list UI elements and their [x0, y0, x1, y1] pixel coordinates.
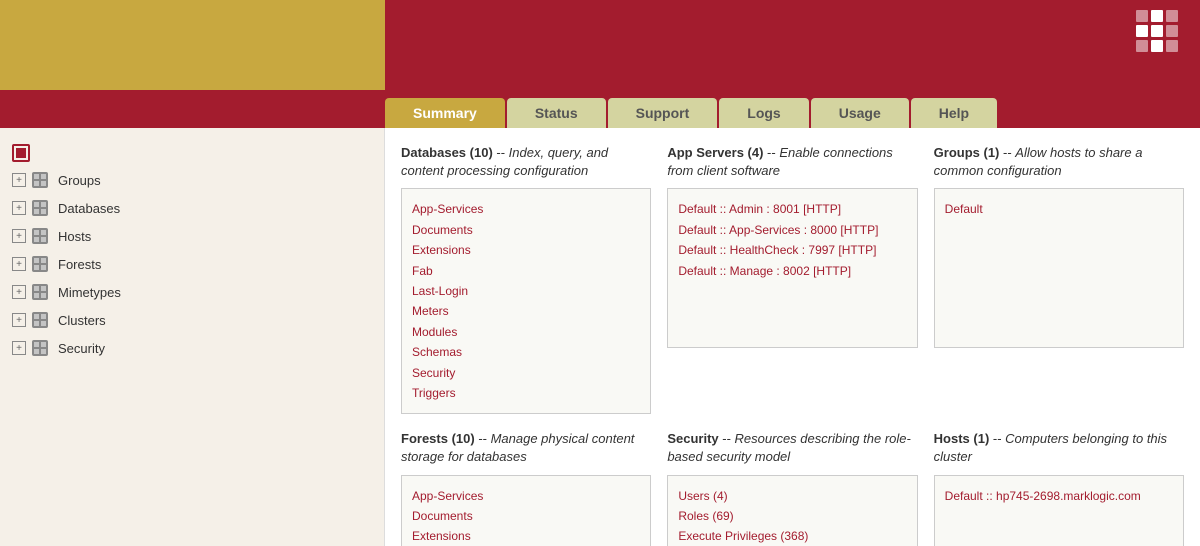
- expand-btn[interactable]: +: [12, 257, 26, 271]
- logo-sq-2: [1151, 10, 1163, 22]
- content-area: Databases (10) -- Index, query, and cont…: [385, 128, 1200, 546]
- list-item[interactable]: Default :: Admin : 8001 [HTTP]: [678, 199, 906, 219]
- marklogic-logo: [1136, 10, 1184, 52]
- sidebar-item-label: Security: [58, 341, 105, 356]
- list-item[interactable]: Extensions: [412, 240, 640, 260]
- expand-btn[interactable]: +: [12, 341, 26, 355]
- sidebar-db-icon: [30, 170, 50, 190]
- list-item[interactable]: Default :: Manage : 8002 [HTTP]: [678, 261, 906, 281]
- sidebar-db-icon: [30, 226, 50, 246]
- list-item[interactable]: Security: [412, 363, 640, 383]
- list-item[interactable]: Extensions: [412, 526, 640, 546]
- list-item[interactable]: Fab: [412, 261, 640, 281]
- sidebar-item-databases[interactable]: + Databases: [0, 194, 384, 222]
- list-item[interactable]: Default: [945, 199, 1173, 219]
- list-item[interactable]: Last-Login: [412, 281, 640, 301]
- sidebar-item-label: Databases: [58, 201, 120, 216]
- nav-tab-help[interactable]: Help: [911, 98, 997, 128]
- list-item[interactable]: Users (4): [678, 486, 906, 506]
- section-box: Default :: Admin : 8001 [HTTP]Default ::…: [667, 188, 917, 348]
- logo-squares: [1136, 10, 1178, 52]
- content-section: App Servers (4) -- Enable connections fr…: [667, 144, 917, 414]
- nav-tab-status[interactable]: Status: [507, 98, 606, 128]
- content-section: Databases (10) -- Index, query, and cont…: [401, 144, 651, 414]
- section-title: Hosts (1) -- Computers belonging to this…: [934, 430, 1184, 466]
- list-item[interactable]: Roles (69): [678, 506, 906, 526]
- expand-btn[interactable]: +: [12, 229, 26, 243]
- list-item[interactable]: Documents: [412, 506, 640, 526]
- sidebar-db-icon: [30, 254, 50, 274]
- logo-sq-1: [1136, 10, 1148, 22]
- list-item[interactable]: Documents: [412, 220, 640, 240]
- nav-tab-usage[interactable]: Usage: [811, 98, 909, 128]
- section-title: Groups (1) -- Allow hosts to share a com…: [934, 144, 1184, 180]
- sidebar-db-icon: [30, 338, 50, 358]
- nav-tab-support[interactable]: Support: [608, 98, 718, 128]
- sidebar-item-hosts[interactable]: + Hosts: [0, 222, 384, 250]
- sidebar-item-configure[interactable]: [0, 140, 384, 166]
- header-right: [385, 0, 1200, 90]
- sidebar-item-security[interactable]: + Security: [0, 334, 384, 362]
- section-title: Databases (10) -- Index, query, and cont…: [401, 144, 651, 180]
- section-title: Forests (10) -- Manage physical content …: [401, 430, 651, 466]
- list-item[interactable]: Triggers: [412, 383, 640, 403]
- logo-sq-7: [1136, 40, 1148, 52]
- header: [0, 0, 1200, 90]
- logo-sq-5: [1151, 25, 1163, 37]
- sidebar-item-groups[interactable]: + Groups: [0, 166, 384, 194]
- logo-sq-8: [1151, 40, 1163, 52]
- main-layout: + Groups + Databases + Hosts + Forests + Mimetype…: [0, 128, 1200, 546]
- sidebar: + Groups + Databases + Hosts + Forests + Mimetype…: [0, 128, 385, 546]
- section-box: App-ServicesDocumentsExtensionsFabLast-L…: [401, 188, 651, 414]
- expand-btn[interactable]: +: [12, 285, 26, 299]
- sidebar-item-label: Clusters: [58, 313, 106, 328]
- nav-tabs: SummaryStatusSupportLogsUsageHelp: [0, 90, 1200, 128]
- nav-tab-summary[interactable]: Summary: [385, 98, 505, 128]
- content-section: Groups (1) -- Allow hosts to share a com…: [934, 144, 1184, 414]
- nav-tab-logs[interactable]: Logs: [719, 98, 808, 128]
- content-section: Security -- Resources describing the rol…: [667, 430, 917, 546]
- section-box: Users (4)Roles (69)Execute Privileges (3…: [667, 475, 917, 546]
- expand-btn[interactable]: +: [12, 173, 26, 187]
- content-grid-row2: Forests (10) -- Manage physical content …: [401, 430, 1184, 546]
- sidebar-db-icon: [30, 310, 50, 330]
- list-item[interactable]: Default :: hp745-2698.marklogic.com: [945, 486, 1173, 506]
- sidebar-item-label: Groups: [58, 173, 101, 188]
- content-section: Forests (10) -- Manage physical content …: [401, 430, 651, 546]
- content-grid-row1: Databases (10) -- Index, query, and cont…: [401, 144, 1184, 414]
- list-item[interactable]: Execute Privileges (368): [678, 526, 906, 546]
- section-box: Default :: hp745-2698.marklogic.com: [934, 475, 1184, 546]
- section-box: App-ServicesDocumentsExtensionsFabLast-L…: [401, 475, 651, 546]
- logo-sq-4: [1136, 25, 1148, 37]
- sidebar-item-mimetypes[interactable]: + Mimetypes: [0, 278, 384, 306]
- sidebar-item-forests[interactable]: + Forests: [0, 250, 384, 278]
- section-title: App Servers (4) -- Enable connections fr…: [667, 144, 917, 180]
- logo-sq-3: [1166, 10, 1178, 22]
- list-item[interactable]: Default :: App-Services : 8000 [HTTP]: [678, 220, 906, 240]
- configure-icon-inner: [16, 148, 26, 158]
- list-item[interactable]: App-Services: [412, 199, 640, 219]
- content-section: Hosts (1) -- Computers belonging to this…: [934, 430, 1184, 546]
- sidebar-db-icon: [30, 282, 50, 302]
- section-title: Security -- Resources describing the rol…: [667, 430, 917, 466]
- list-item[interactable]: Meters: [412, 301, 640, 321]
- list-item[interactable]: Modules: [412, 322, 640, 342]
- sidebar-db-icon: [30, 198, 50, 218]
- sidebar-item-clusters[interactable]: + Clusters: [0, 306, 384, 334]
- logo-sq-9: [1166, 40, 1178, 52]
- sidebar-item-label: Hosts: [58, 229, 91, 244]
- logo-sq-6: [1166, 25, 1178, 37]
- expand-btn[interactable]: +: [12, 201, 26, 215]
- sidebar-item-label: Forests: [58, 257, 101, 272]
- sidebar-item-label: Mimetypes: [58, 285, 121, 300]
- expand-btn[interactable]: +: [12, 313, 26, 327]
- list-item[interactable]: App-Services: [412, 486, 640, 506]
- header-left: [0, 0, 385, 90]
- section-box: Default: [934, 188, 1184, 348]
- configure-icon: [12, 144, 30, 162]
- list-item[interactable]: Default :: HealthCheck : 7997 [HTTP]: [678, 240, 906, 260]
- list-item[interactable]: Schemas: [412, 342, 640, 362]
